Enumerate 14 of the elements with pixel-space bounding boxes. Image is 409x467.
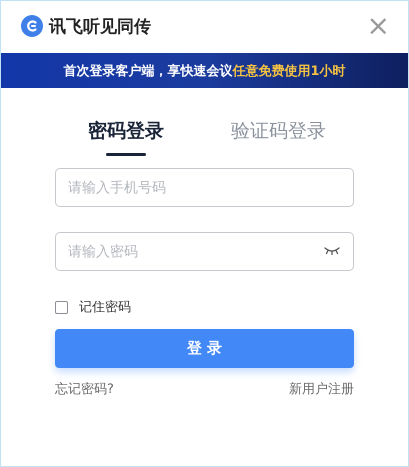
forgot-password-link[interactable]: 忘记密码? [55,380,114,398]
login-tab[interactable]: 密码登录 [88,118,164,156]
remember-label: 记住密码 [79,299,131,316]
phone-field[interactable]: 请输入手机号码 [55,168,354,207]
register-link[interactable]: 新用户注册 [289,380,354,398]
login-button[interactable]: 登 录 [55,329,354,368]
window-title: 讯飞听见同传 [49,16,152,38]
logo-icon [21,15,43,37]
login-tab[interactable]: 验证码登录 [231,118,326,156]
eye-closed-icon[interactable] [324,247,340,255]
promo-text: 首次登录客户端，享快速会议 [63,62,232,80]
promo-offer: 任意免费使用1小时 [232,62,346,80]
remember-checkbox[interactable] [55,300,68,314]
password-field[interactable]: 请输入密码 [55,232,354,271]
